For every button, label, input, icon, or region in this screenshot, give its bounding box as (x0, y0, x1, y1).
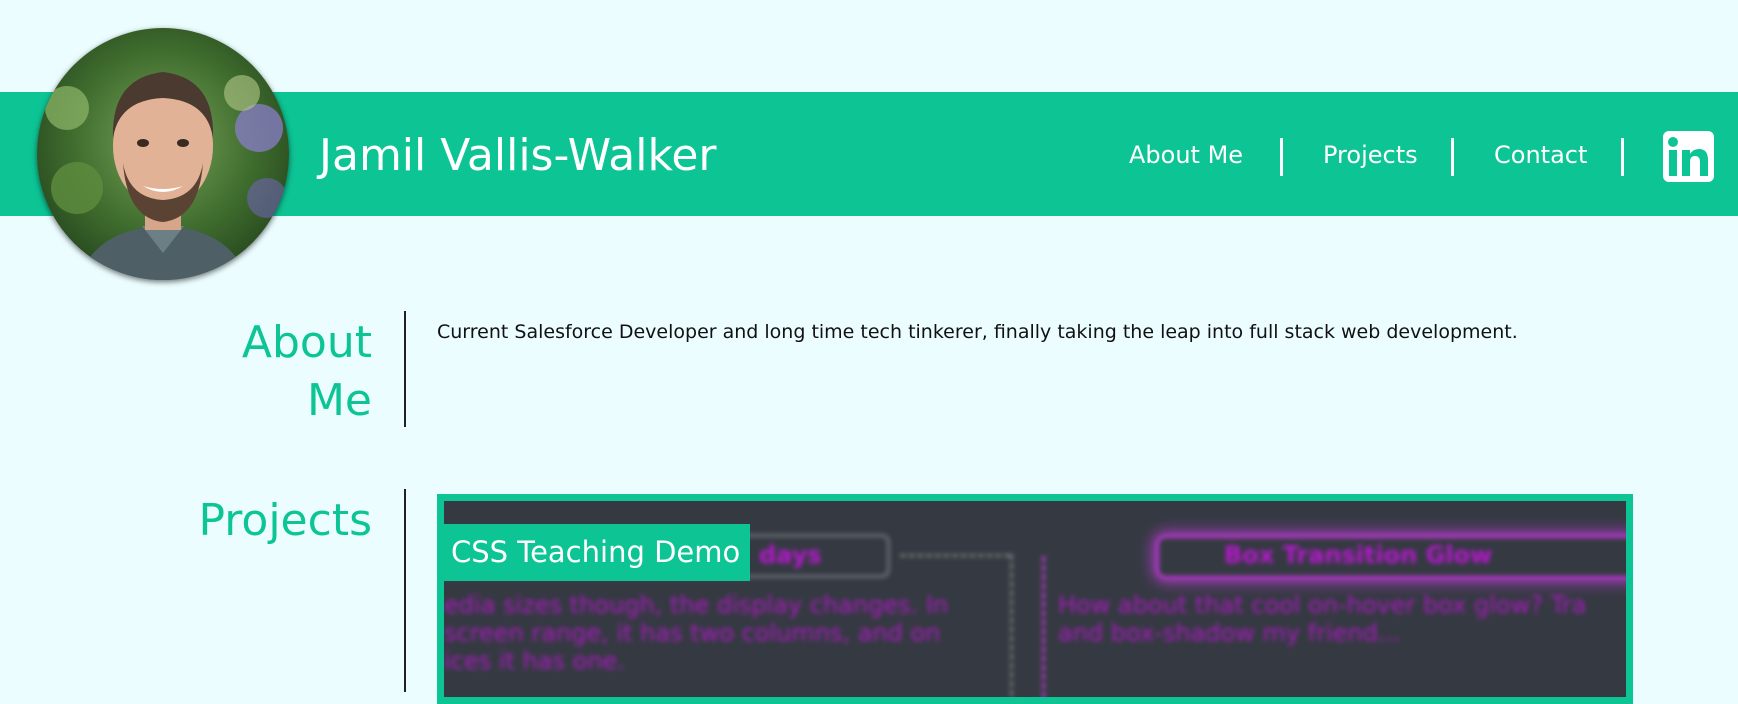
preview-left-heading: days (759, 541, 822, 569)
preview-left-body-2: screen range, it has two columns, and on (444, 619, 941, 647)
about-heading: About Me (172, 314, 372, 430)
project-title[interactable]: CSS Teaching Demo (437, 524, 751, 581)
about-heading-line2: Me (306, 375, 372, 426)
about-text: Current Salesforce Developer and long ti… (437, 321, 1518, 343)
preview-column-divider-glow (1042, 556, 1045, 697)
linkedin-glyph (1668, 137, 1708, 176)
preview-left-body-3: ices it has one. (444, 647, 625, 675)
nav-divider (1621, 138, 1624, 176)
preview-left-body-1: edia sizes though, the display changes. … (444, 591, 949, 619)
preview-connector (900, 554, 1010, 557)
about-divider (404, 311, 406, 427)
profile-photo (37, 28, 289, 280)
about-heading-line1: About (241, 317, 372, 368)
linkedin-icon[interactable] (1663, 131, 1714, 182)
nav-projects[interactable]: Projects (1323, 140, 1418, 170)
nav-about-me[interactable]: About Me (1129, 140, 1243, 170)
avatar (37, 28, 289, 280)
nav-divider (1280, 138, 1283, 176)
nav-contact[interactable]: Contact (1494, 140, 1587, 170)
preview-right-body-1: How about that cool on-hover box glow? T… (1058, 591, 1587, 619)
nav-divider (1451, 138, 1454, 176)
projects-divider (404, 489, 406, 692)
preview-column-divider (1010, 554, 1013, 697)
preview-right-body-2: and box-shadow my friend... (1058, 619, 1401, 647)
preview-right-heading: Box Transition Glow (1224, 541, 1493, 569)
projects-heading: Projects (198, 495, 372, 546)
